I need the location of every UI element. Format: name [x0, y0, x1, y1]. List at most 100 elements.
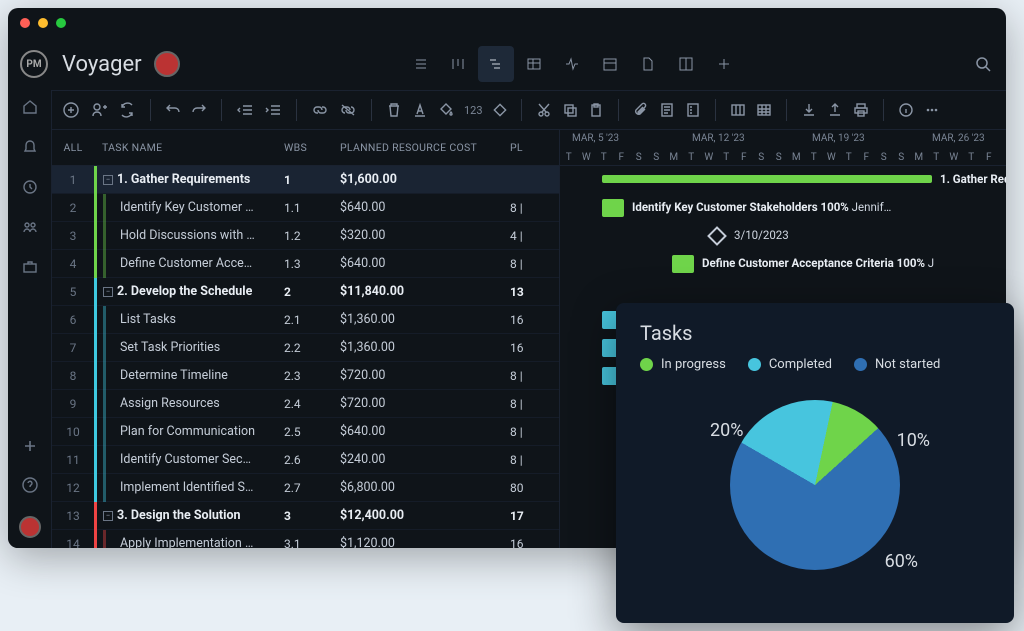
task-row[interactable]: 9 Assign Resources 2.4$720.008 |	[52, 390, 559, 418]
link-icon[interactable]	[311, 102, 329, 118]
gantt-task-bar[interactable]	[602, 199, 624, 217]
gantt-summary-bar[interactable]	[602, 175, 932, 183]
columns-icon[interactable]	[730, 102, 746, 118]
task-row[interactable]: 14 Apply Implementation … 3.1$1,120.0016	[52, 530, 559, 548]
task-row[interactable]: 2 Identify Key Customer … 1.1$640.008 |	[52, 194, 559, 222]
paste-icon[interactable]	[588, 102, 604, 118]
home-icon[interactable]	[21, 98, 39, 116]
timeline-header: MAR, 5 '23MAR, 12 '23MAR, 19 '23MAR, 26 …	[560, 130, 1006, 166]
notifications-icon[interactable]	[21, 138, 39, 156]
legend-item: In progress	[640, 357, 726, 372]
gantt-task-bar[interactable]	[672, 255, 694, 273]
top-bar: PM Voyager	[8, 38, 1006, 90]
user-avatar-icon[interactable]	[19, 516, 41, 538]
task-row[interactable]: 12 Implement Identified S… 2.7$6,800.008…	[52, 474, 559, 502]
project-name[interactable]: Voyager	[62, 52, 142, 77]
calendar-view-icon[interactable]	[592, 46, 628, 82]
task-grid: ALL TASK NAME WBS PLANNED RESOURCE COST …	[52, 130, 560, 548]
pct-label-20: 20%	[710, 420, 743, 441]
more-icon[interactable]	[924, 102, 940, 118]
sheet-view-icon[interactable]	[516, 46, 552, 82]
unlink-icon[interactable]	[339, 102, 357, 118]
text-color-icon[interactable]	[412, 102, 428, 118]
col-header-name[interactable]: TASK NAME	[94, 141, 284, 154]
page-number: 123	[464, 104, 483, 117]
notes-icon[interactable]	[659, 102, 675, 118]
undo-icon[interactable]	[165, 102, 181, 118]
team-icon[interactable]	[21, 218, 39, 236]
cut-icon[interactable]	[536, 102, 552, 118]
tasks-popup[interactable]: Tasks In progress Completed Not started 20…	[616, 303, 1014, 623]
portfolio-icon[interactable]	[21, 258, 39, 276]
copy-icon[interactable]	[562, 102, 578, 118]
col-header-all[interactable]: ALL	[52, 141, 94, 154]
grid-header: ALL TASK NAME WBS PLANNED RESOURCE COST …	[52, 130, 559, 166]
add-icon[interactable]	[22, 438, 38, 454]
month-label: MAR, 26 '23	[932, 133, 985, 144]
gantt-view-icon[interactable]	[478, 46, 514, 82]
month-label: MAR, 19 '23	[812, 133, 865, 144]
delete-icon[interactable]	[386, 102, 402, 118]
legend-item: Not started	[854, 357, 940, 372]
info-icon[interactable]	[898, 102, 914, 118]
task-row[interactable]: 7 Set Task Priorities 2.2$1,360.0016	[52, 334, 559, 362]
task-row[interactable]: 10 Plan for Communication 2.5$640.008 |	[52, 418, 559, 446]
project-avatar-icon[interactable]	[154, 51, 180, 77]
redo-icon[interactable]	[191, 102, 207, 118]
task-row[interactable]: 6 List Tasks 2.1$1,360.0016	[52, 306, 559, 334]
files-view-icon[interactable]	[630, 46, 666, 82]
gantt-label: Identify Key Customer Stakeholders 100% …	[632, 200, 891, 214]
task-row[interactable]: 3 Hold Discussions with … 1.2$320.004 |	[52, 222, 559, 250]
gantt-label: Define Customer Acceptance Criteria 100%…	[702, 256, 934, 270]
list-view-icon[interactable]	[402, 46, 438, 82]
activity-view-icon[interactable]	[554, 46, 590, 82]
collapse-icon[interactable]: −	[103, 511, 113, 521]
col-header-pl[interactable]: PL	[510, 141, 550, 154]
import-icon[interactable]	[801, 102, 817, 118]
view-switcher	[402, 46, 742, 82]
milestone-icon[interactable]	[707, 226, 727, 246]
close-window-icon[interactable]	[20, 18, 30, 28]
attachment-icon[interactable]	[633, 102, 649, 118]
pct-label-10: 10%	[897, 430, 930, 451]
legend-item: Completed	[748, 357, 832, 372]
collapse-icon[interactable]: −	[103, 175, 113, 185]
task-row[interactable]: 5 − 2. Develop the Schedule 2$11,840.001…	[52, 278, 559, 306]
form-icon[interactable]	[685, 102, 701, 118]
sync-icon[interactable]	[118, 101, 136, 119]
toolbar: 123	[52, 90, 1006, 130]
export-icon[interactable]	[827, 102, 843, 118]
task-row[interactable]: 11 Identify Customer Sec… 2.6$240.008 |	[52, 446, 559, 474]
chart-legend: In progress Completed Not started	[640, 357, 990, 372]
pie-chart: 20% 10% 60%	[640, 380, 990, 590]
collapse-icon[interactable]: −	[103, 287, 113, 297]
help-icon[interactable]	[21, 476, 39, 494]
add-task-button[interactable]	[62, 101, 80, 119]
milestone-icon[interactable]	[493, 103, 507, 117]
window-titlebar	[8, 8, 1006, 38]
left-rail	[8, 90, 52, 548]
task-row[interactable]: 13 − 3. Design the Solution 3$12,400.001…	[52, 502, 559, 530]
fill-color-icon[interactable]	[438, 102, 454, 118]
task-row[interactable]: 8 Determine Timeline 2.3$720.008 |	[52, 362, 559, 390]
assign-icon[interactable]	[90, 101, 108, 119]
search-icon[interactable]	[974, 55, 992, 73]
add-view-icon[interactable]	[706, 46, 742, 82]
task-row[interactable]: 1 − 1. Gather Requirements 1$1,600.00	[52, 166, 559, 194]
time-icon[interactable]	[21, 178, 39, 196]
board-view-icon[interactable]	[440, 46, 476, 82]
col-header-cost[interactable]: PLANNED RESOURCE COST	[340, 141, 510, 154]
print-icon[interactable]	[853, 102, 869, 118]
table-icon[interactable]	[756, 102, 772, 118]
minimize-window-icon[interactable]	[38, 18, 48, 28]
pct-label-60: 60%	[885, 551, 918, 572]
maximize-window-icon[interactable]	[56, 18, 66, 28]
outdent-icon[interactable]	[236, 102, 254, 118]
col-header-wbs[interactable]: WBS	[284, 141, 340, 154]
month-label: MAR, 5 '23	[572, 133, 619, 144]
popup-title: Tasks	[640, 321, 990, 345]
task-row[interactable]: 4 Define Customer Acce… 1.3$640.008 |	[52, 250, 559, 278]
panel-view-icon[interactable]	[668, 46, 704, 82]
app-logo-icon[interactable]: PM	[20, 50, 48, 78]
indent-icon[interactable]	[264, 102, 282, 118]
